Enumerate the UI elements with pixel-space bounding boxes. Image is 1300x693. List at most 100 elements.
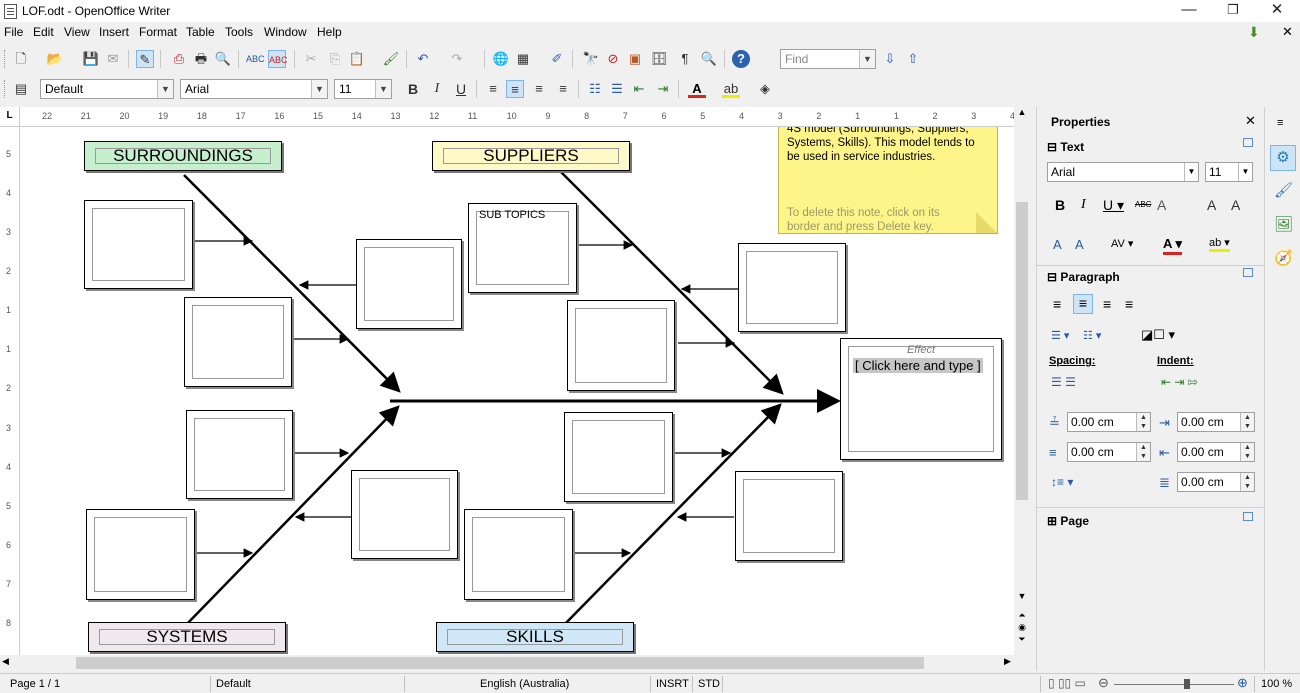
scroll-left-icon[interactable]: ◀ (2, 656, 9, 667)
subtopic-box[interactable] (735, 471, 843, 561)
save-icon[interactable]: 💾 (82, 50, 100, 68)
scroll-up-icon[interactable]: ▲ (1014, 107, 1030, 121)
scroll-right-icon[interactable]: ▶ (1004, 656, 1011, 667)
sidebar-bold-icon[interactable]: B (1055, 197, 1065, 213)
sidebar-highlight-icon[interactable]: ab ▾ (1209, 236, 1230, 252)
page-navigation-icon[interactable]: ⏶ ◉ ⏷ (1016, 609, 1028, 649)
zoom-in-icon[interactable]: ⊕ (1237, 675, 1248, 691)
horizontal-scrollbar[interactable]: ◀ ▶ (0, 655, 1030, 671)
zoom-icon[interactable]: 🔍 (700, 50, 718, 68)
effect-box[interactable]: Effect [ Click here and type ] (840, 338, 1002, 460)
horizontal-scroll-thumb[interactable] (76, 657, 924, 669)
align-right-icon[interactable]: ≡ (530, 80, 548, 98)
text-section-header[interactable]: ⊟ Text (1047, 140, 1084, 154)
category-systems[interactable]: SYSTEMS (88, 622, 286, 652)
align-center-icon[interactable]: ≡ (506, 80, 524, 98)
above-paragraph-spacing[interactable]: 0.00 cm ▲ ▼ (1067, 412, 1151, 432)
menu-tools[interactable]: Tools (225, 25, 253, 39)
new-document-icon[interactable]: 🗋 (12, 50, 30, 68)
font-color-icon[interactable]: A (688, 80, 706, 98)
vertical-ruler[interactable]: 5 4 3 2 1 1 2 3 4 5 6 7 8 (0, 127, 20, 655)
subtopic-box[interactable] (564, 412, 673, 502)
undo-icon[interactable]: ↶ (414, 50, 432, 68)
category-surroundings[interactable]: SURROUNDINGS (84, 141, 282, 171)
highlighting-icon[interactable]: ab (722, 80, 740, 98)
menu-file[interactable]: File (4, 25, 23, 39)
sidebar-underline-icon[interactable]: U ▾ (1103, 197, 1124, 214)
background-color-icon[interactable]: ◈ (756, 80, 774, 98)
menu-format[interactable]: Format (139, 25, 177, 39)
more-options-icon[interactable] (1243, 138, 1253, 147)
after-text-indent[interactable]: 0.00 cm ▲ ▼ (1177, 442, 1255, 462)
numbering-icon[interactable]: ☷ (586, 80, 604, 98)
navigator-icon[interactable]: ⊘ (604, 50, 622, 68)
sticky-note[interactable]: 4S model (Surroundings, Suppliers, Syste… (778, 127, 998, 234)
subtopic-box[interactable] (184, 297, 292, 387)
more-options-icon[interactable] (1243, 512, 1253, 521)
sidebar-close-icon[interactable]: ✕ (1245, 113, 1256, 129)
font-size-select[interactable]: 11 ▼ (334, 79, 392, 99)
hyperlink-icon[interactable]: 🌐 (492, 50, 510, 68)
copy-icon[interactable]: ⎘ (326, 50, 344, 68)
page-section-header[interactable]: ⊞ Page (1047, 514, 1089, 528)
clone-formatting-icon[interactable]: 🖌 (382, 50, 400, 68)
find-previous-icon[interactable]: ⇧ (904, 50, 922, 68)
subtopic-box[interactable] (356, 239, 462, 329)
sidebar-align-left-icon[interactable]: ≡ (1053, 296, 1061, 312)
italic-icon[interactable]: I (428, 80, 446, 98)
line-spacing-icon[interactable]: ↕≡ ▾ (1051, 475, 1073, 489)
paragraph-background-icon[interactable]: ◪☐ ▾ (1141, 327, 1175, 343)
justify-icon[interactable]: ≡ (554, 80, 572, 98)
menu-table[interactable]: Table (186, 25, 215, 39)
effect-placeholder[interactable]: [ Click here and type ] (853, 358, 983, 373)
find-replace-icon[interactable]: 🔭 (582, 50, 600, 68)
menu-view[interactable]: View (64, 25, 90, 39)
bullets-icon[interactable]: ☰ (608, 80, 626, 98)
paste-icon[interactable]: 📋 (348, 50, 366, 68)
minimize-button[interactable]: — (1167, 0, 1211, 22)
sidebar-align-right-icon[interactable]: ≡ (1103, 296, 1111, 312)
spellcheck-icon[interactable]: ABC (246, 50, 265, 68)
subtopic-box-labeled[interactable]: SUB TOPICS (468, 203, 577, 293)
paragraph-section-header[interactable]: ⊟ Paragraph (1047, 270, 1120, 284)
horizontal-ruler[interactable]: 22 21 20 19 18 17 16 15 14 13 12 11 10 9 8 7 6 5 4 3 2 1 1 2 3 4 (20, 107, 1020, 127)
menu-insert[interactable]: Insert (99, 25, 129, 39)
data-sources-icon[interactable]: 🗄 (650, 50, 668, 68)
subtopic-box[interactable] (86, 509, 195, 600)
zoom-out-icon[interactable]: ⊖ (1098, 675, 1109, 691)
zoom-slider-thumb[interactable] (1184, 679, 1190, 689)
sidebar-font-color-icon[interactable]: A ▾ (1163, 236, 1183, 255)
before-text-indent[interactable]: 0.00 cm ▲ ▼ (1177, 412, 1255, 432)
auto-spellcheck-icon[interactable]: ABC (268, 50, 288, 68)
subtopic-box[interactable] (186, 410, 293, 499)
subtopic-box[interactable] (567, 300, 675, 391)
zoom-slider[interactable] (1114, 684, 1234, 685)
vertical-scroll-thumb[interactable] (1016, 202, 1028, 500)
sidebar-justify-icon[interactable]: ≡ (1125, 296, 1133, 312)
view-layout-icon[interactable]: ▯ ▯▯ ▭ (1048, 676, 1086, 690)
shrink-font-icon[interactable]: A (1075, 237, 1084, 252)
email-icon[interactable]: ✉ (104, 50, 122, 68)
grow-font-icon[interactable]: A (1053, 237, 1062, 252)
table-icon[interactable]: ▦ (514, 50, 532, 68)
language-indicator[interactable]: English (Australia) (480, 678, 569, 690)
underline-icon[interactable]: U (452, 80, 470, 98)
align-left-icon[interactable]: ≡ (484, 80, 502, 98)
toolbar-handle[interactable] (4, 50, 7, 68)
bold-icon[interactable]: B (404, 80, 422, 98)
export-pdf-icon[interactable]: ⎙ (170, 50, 188, 68)
menu-help[interactable]: Help (317, 25, 342, 39)
print-preview-icon[interactable]: 🔍 (214, 50, 232, 68)
superscript-icon[interactable]: A (1207, 197, 1216, 213)
insert-mode[interactable]: INSRT (656, 678, 689, 690)
document-canvas[interactable]: SURROUNDINGS SUPPLIERS SYSTEMS SKILLS SU… (20, 127, 1014, 655)
category-suppliers[interactable]: SUPPLIERS (432, 141, 630, 171)
gallery-icon[interactable]: ▣ (626, 50, 644, 68)
update-icon[interactable]: ⬇ (1248, 24, 1260, 41)
font-name-select[interactable]: Arial ▼ (180, 79, 328, 99)
page-indicator[interactable]: Page 1 / 1 (10, 678, 60, 690)
sidebar-font-size[interactable]: 11 ▼ (1205, 162, 1253, 182)
zoom-level[interactable]: 100 % (1261, 678, 1292, 690)
increase-spacing-icon[interactable]: ☰ ☰ (1051, 375, 1076, 389)
paragraph-style-select[interactable]: Default ▼ (40, 79, 174, 99)
